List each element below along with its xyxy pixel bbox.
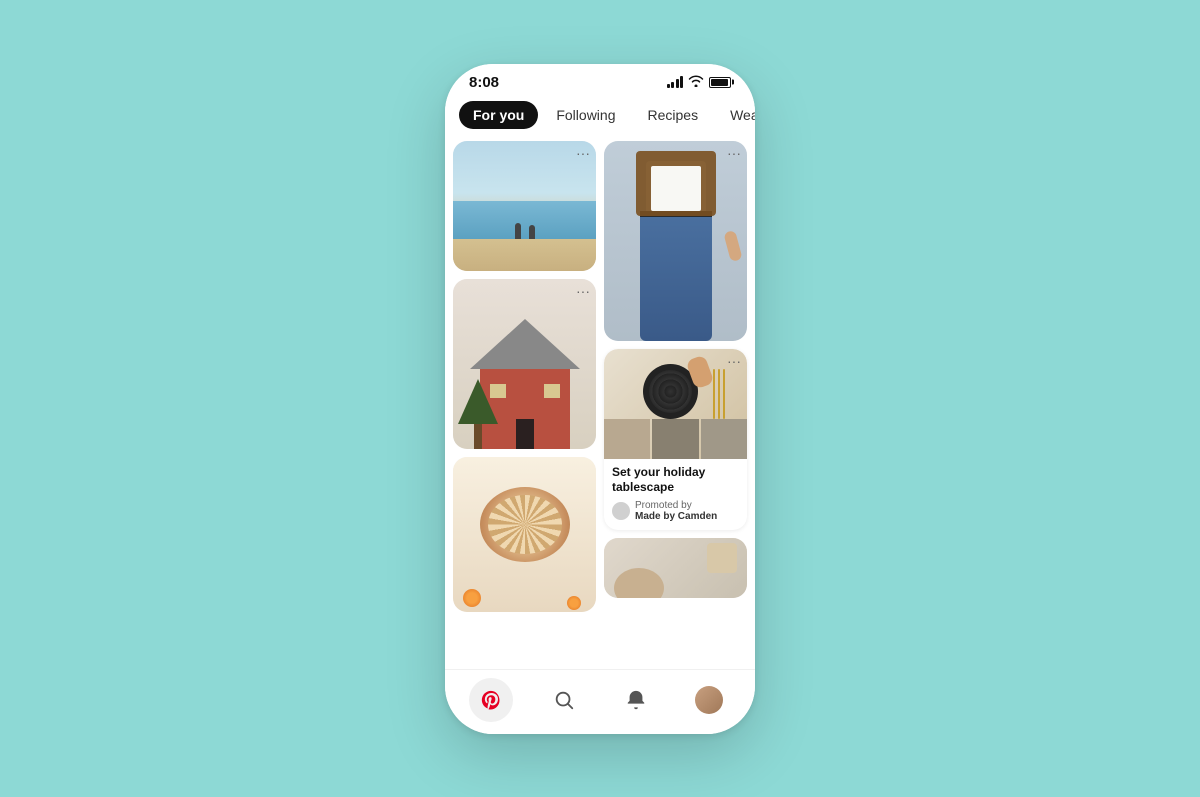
- nav-search[interactable]: [542, 678, 586, 722]
- left-column: ···: [453, 141, 596, 612]
- nav-profile[interactable]: [687, 678, 731, 722]
- promoted-info: Set your holiday tablescape Promoted by …: [604, 459, 747, 530]
- tab-bar: For you Following Recipes Wear: [445, 95, 755, 135]
- house-pin[interactable]: ···: [453, 279, 596, 449]
- status-time: 8:08: [469, 74, 499, 91]
- promoted-brand: Made by Camden: [635, 511, 717, 522]
- promoted-label: Promoted by: [635, 500, 717, 511]
- nav-home[interactable]: [469, 678, 513, 722]
- pie-pin[interactable]: [453, 457, 596, 612]
- tab-for-you[interactable]: For you: [459, 101, 538, 129]
- content-area[interactable]: ···: [445, 135, 755, 669]
- fashion-more-icon[interactable]: ···: [727, 145, 741, 161]
- wifi-icon: [688, 75, 704, 90]
- house-image: [453, 279, 596, 449]
- tab-recipes[interactable]: Recipes: [633, 101, 712, 129]
- nav-notifications[interactable]: [614, 678, 658, 722]
- beach-more-icon[interactable]: ···: [576, 145, 590, 161]
- pinterest-icon: [480, 689, 502, 711]
- fashion-image: [604, 141, 747, 341]
- status-icons: [667, 75, 732, 90]
- battery-icon: [709, 77, 731, 88]
- tab-following[interactable]: Following: [542, 101, 629, 129]
- masonry-grid: ···: [453, 141, 747, 612]
- profile-avatar: [695, 686, 723, 714]
- beach-image: [453, 141, 596, 271]
- tab-wear[interactable]: Wear: [716, 101, 755, 129]
- house-more-icon[interactable]: ···: [576, 283, 590, 299]
- fashion-pin[interactable]: ···: [604, 141, 747, 341]
- right-column: ···: [604, 141, 747, 612]
- tablescape-more-icon[interactable]: ···: [727, 353, 741, 369]
- last-partial-pin[interactable]: [604, 538, 747, 598]
- pie-image: [453, 457, 596, 612]
- search-icon: [553, 689, 575, 711]
- status-bar: 8:08: [445, 64, 755, 95]
- promoted-avatar: [612, 502, 630, 520]
- promoted-by-section: Promoted by Made by Camden: [612, 500, 739, 522]
- promoted-title: Set your holiday tablescape: [612, 465, 739, 496]
- beach-pin[interactable]: ···: [453, 141, 596, 271]
- bell-icon: [625, 689, 647, 711]
- bottom-nav: [445, 669, 755, 734]
- phone-shell: 8:08 For you Following Recipes: [445, 64, 755, 734]
- tablescape-pin[interactable]: Set your holiday tablescape Promoted by …: [604, 349, 747, 530]
- signal-icon: [667, 76, 684, 88]
